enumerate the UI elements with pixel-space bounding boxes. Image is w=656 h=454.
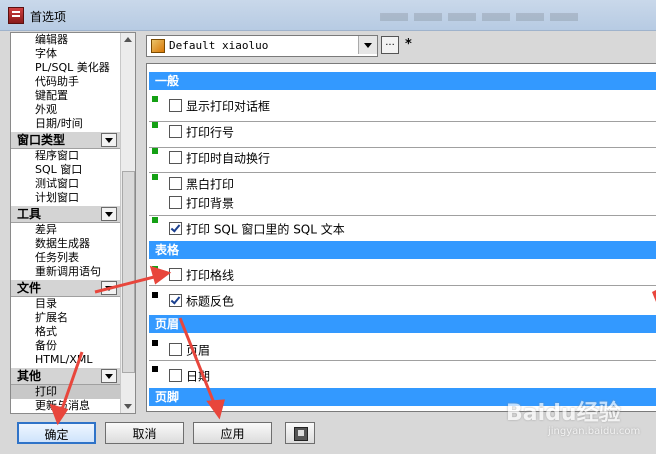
changed-marker [152,292,158,298]
option-header-date[interactable]: 日期 [169,368,210,384]
tree-item-backup[interactable]: 备份 [11,339,121,353]
watermark-url: jingyan.baidu.com [548,426,641,437]
tree-item-plan-window[interactable]: 计划窗口 [11,191,121,205]
option-black-white[interactable]: 黑白打印 [169,176,234,192]
tree-item-recall-statement[interactable]: 重新调用语句 [11,265,121,279]
tree-list: 编辑器 字体 PL/SQL 美化器 代码助手 键配置 外观 日期/时间 窗口类型… [11,33,121,413]
checkbox[interactable] [169,369,182,382]
checkbox-checked[interactable] [169,222,182,235]
app-icon [8,7,24,24]
section-header: 页眉 [149,315,656,333]
profile-more-button[interactable]: ... [381,36,399,54]
apply-button[interactable]: 应用 [193,422,272,444]
tree-group-other[interactable]: 其他 [11,367,121,385]
tree-item-task-list[interactable]: 任务列表 [11,251,121,265]
option-header-page[interactable]: 页眉 [169,342,210,358]
cancel-button[interactable]: 取消 [105,422,184,444]
title-bar: 首选项 [0,0,656,31]
section-grid: 表格 [149,241,656,259]
tree-item-extensions[interactable]: 扩展名 [11,311,121,325]
scroll-thumb[interactable] [122,171,135,373]
option-print-background[interactable]: 打印背景 [169,195,234,211]
tree-item-data-generator[interactable]: 数据生成器 [11,237,121,251]
default-marker [152,148,158,154]
default-marker [152,96,158,102]
default-marker [152,266,158,272]
checkbox[interactable] [169,125,182,138]
profile-icon [151,39,165,53]
tree-item-appearance[interactable]: 外观 [11,103,121,117]
default-marker [152,122,158,128]
group-label: 工具 [17,207,42,221]
changed-marker [152,366,158,372]
group-label: 窗口类型 [17,133,66,147]
checkbox[interactable] [169,343,182,356]
checkbox[interactable] [169,196,182,209]
checkbox[interactable] [169,268,182,281]
tree-item-code-assistant[interactable]: 代码助手 [11,75,121,89]
option-print-grid-lines[interactable]: 打印格线 [169,267,234,283]
option-show-print-dialog[interactable]: 显示打印对话框 [169,98,270,114]
profile-select[interactable]: Default xiaoluo [146,35,378,57]
checkbox[interactable] [169,99,182,112]
tool-icon [294,427,308,441]
option-print-sql-text[interactable]: 打印 SQL 窗口里的 SQL 文本 [169,221,345,237]
window-title: 首选项 [30,10,67,24]
watermark-brand: Baidu经验 [506,401,621,426]
profile-value: Default xiaoluo [169,39,269,52]
background-toolbar [380,10,650,21]
tree-item-datetime[interactable]: 日期/时间 [11,117,121,131]
scroll-up-icon[interactable] [124,37,132,42]
option-invert-title[interactable]: 标题反色 [169,293,234,309]
tree-item-editor[interactable]: 编辑器 [11,33,121,47]
scroll-down-icon[interactable] [124,404,132,409]
collapse-icon[interactable] [101,133,117,147]
checkbox[interactable] [169,151,182,164]
checkbox[interactable] [169,177,182,190]
tool-button[interactable] [285,422,315,444]
collapse-icon[interactable] [101,369,117,383]
ok-button[interactable]: 确定 [17,422,96,444]
category-tree[interactable]: 编辑器 字体 PL/SQL 美化器 代码助手 键配置 外观 日期/时间 窗口类型… [10,32,136,414]
default-marker [152,174,158,180]
tree-item-directory[interactable]: 目录 [11,297,121,311]
tree-item-diff[interactable]: 差异 [11,223,121,237]
changed-marker [152,340,158,346]
tree-item-format[interactable]: 格式 [11,325,121,339]
checkbox-checked[interactable] [169,294,182,307]
section-general: 一般 [149,72,656,90]
print-settings-panel: 一般 显示打印对话框 打印行号 打印时自动换行 黑白打印 打印背景 打印 SQL… [146,63,656,412]
tree-item-key-config[interactable]: 键配置 [11,89,121,103]
option-print-line-numbers[interactable]: 打印行号 [169,124,234,140]
tree-item-sql-window[interactable]: SQL 窗口 [11,163,121,177]
tree-item-html-xml[interactable]: HTML/XML [11,353,121,367]
tree-group-window-types[interactable]: 窗口类型 [11,131,121,149]
tree-item-font[interactable]: 字体 [11,47,121,61]
tree-scrollbar[interactable] [120,33,135,413]
default-marker [152,217,158,223]
modified-indicator: * [405,37,412,52]
tree-item-program-window[interactable]: 程序窗口 [11,149,121,163]
tree-item-beautifier[interactable]: PL/SQL 美化器 [11,61,121,75]
collapse-icon[interactable] [101,281,117,295]
collapse-icon[interactable] [101,207,117,221]
tree-item-updates[interactable]: 更新与消息 [11,399,121,413]
tree-group-files[interactable]: 文件 [11,279,121,297]
tree-item-print[interactable]: 打印 [11,385,121,399]
group-label: 文件 [17,281,42,295]
tree-item-test-window[interactable]: 测试窗口 [11,177,121,191]
chevron-down-icon[interactable] [358,36,377,54]
option-auto-wrap[interactable]: 打印时自动换行 [169,150,270,166]
tree-group-tools[interactable]: 工具 [11,205,121,223]
group-label: 其他 [17,369,42,383]
